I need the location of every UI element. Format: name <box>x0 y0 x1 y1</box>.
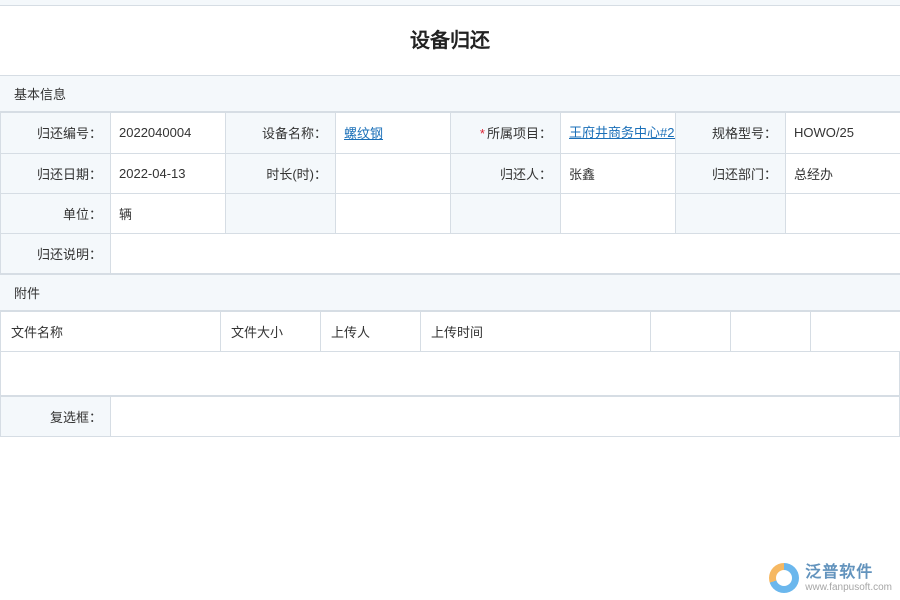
value-return-date: 2022-04-13 <box>111 153 226 193</box>
empty-label <box>451 193 561 233</box>
watermark-text-cn: 泛普软件 <box>805 563 892 582</box>
value-duration <box>336 153 451 193</box>
page-title: 设备归还 <box>0 6 900 75</box>
checkbox-table: 复选框： <box>0 396 900 437</box>
col-extra-1 <box>651 311 731 351</box>
watermark: 泛普软件 www.fanpusoft.com <box>769 563 892 594</box>
col-filename: 文件名称 <box>1 311 221 351</box>
value-returner: 张鑫 <box>561 153 676 193</box>
empty-label <box>676 193 786 233</box>
project-link[interactable]: 王府井商务中心#2楼遗留工程 <box>569 125 676 140</box>
attachments-empty-area <box>0 352 900 396</box>
label-return-no: 归还编号： <box>1 113 111 154</box>
value-return-no: 2022040004 <box>111 113 226 154</box>
section-attachments: 附件 <box>0 274 900 311</box>
watermark-logo-icon <box>769 563 799 593</box>
empty-label <box>226 193 336 233</box>
col-uploader: 上传人 <box>321 311 421 351</box>
label-return-date: 归还日期： <box>1 153 111 193</box>
label-unit: 单位： <box>1 193 111 233</box>
empty-value <box>786 193 900 233</box>
label-return-note: 归还说明： <box>1 233 111 273</box>
basic-info-table: 归还编号： 2022040004 设备名称： 螺纹钢 *所属项目： 王府井商务中… <box>0 112 900 274</box>
label-duration: 时长(时)： <box>226 153 336 193</box>
label-returner: 归还人： <box>451 153 561 193</box>
empty-value <box>336 193 451 233</box>
label-checkbox: 复选框： <box>1 396 111 436</box>
label-project: *所属项目： <box>451 113 561 154</box>
required-mark: * <box>480 126 485 141</box>
value-return-note[interactable] <box>111 233 900 273</box>
label-device-name: 设备名称： <box>226 113 336 154</box>
attachments-table: 文件名称 文件大小 上传人 上传时间 <box>0 311 900 352</box>
empty-value <box>561 193 676 233</box>
col-filesize: 文件大小 <box>221 311 321 351</box>
value-return-dept: 总经办 <box>786 153 900 193</box>
value-project[interactable]: 王府井商务中心#2楼遗留工程 <box>561 113 676 154</box>
watermark-text-en: www.fanpusoft.com <box>805 582 892 594</box>
col-extra-2 <box>731 311 811 351</box>
label-spec-model: 规格型号： <box>676 113 786 154</box>
value-unit: 辆 <box>111 193 226 233</box>
col-extra-3 <box>811 311 900 351</box>
section-basic-info: 基本信息 <box>0 75 900 112</box>
value-device-name[interactable]: 螺纹钢 <box>336 113 451 154</box>
col-uploadtime: 上传时间 <box>421 311 651 351</box>
label-return-dept: 归还部门： <box>676 153 786 193</box>
value-spec-model: HOWO/25 <box>786 113 900 154</box>
value-checkbox[interactable] <box>111 396 900 436</box>
device-name-link[interactable]: 螺纹钢 <box>344 126 383 141</box>
